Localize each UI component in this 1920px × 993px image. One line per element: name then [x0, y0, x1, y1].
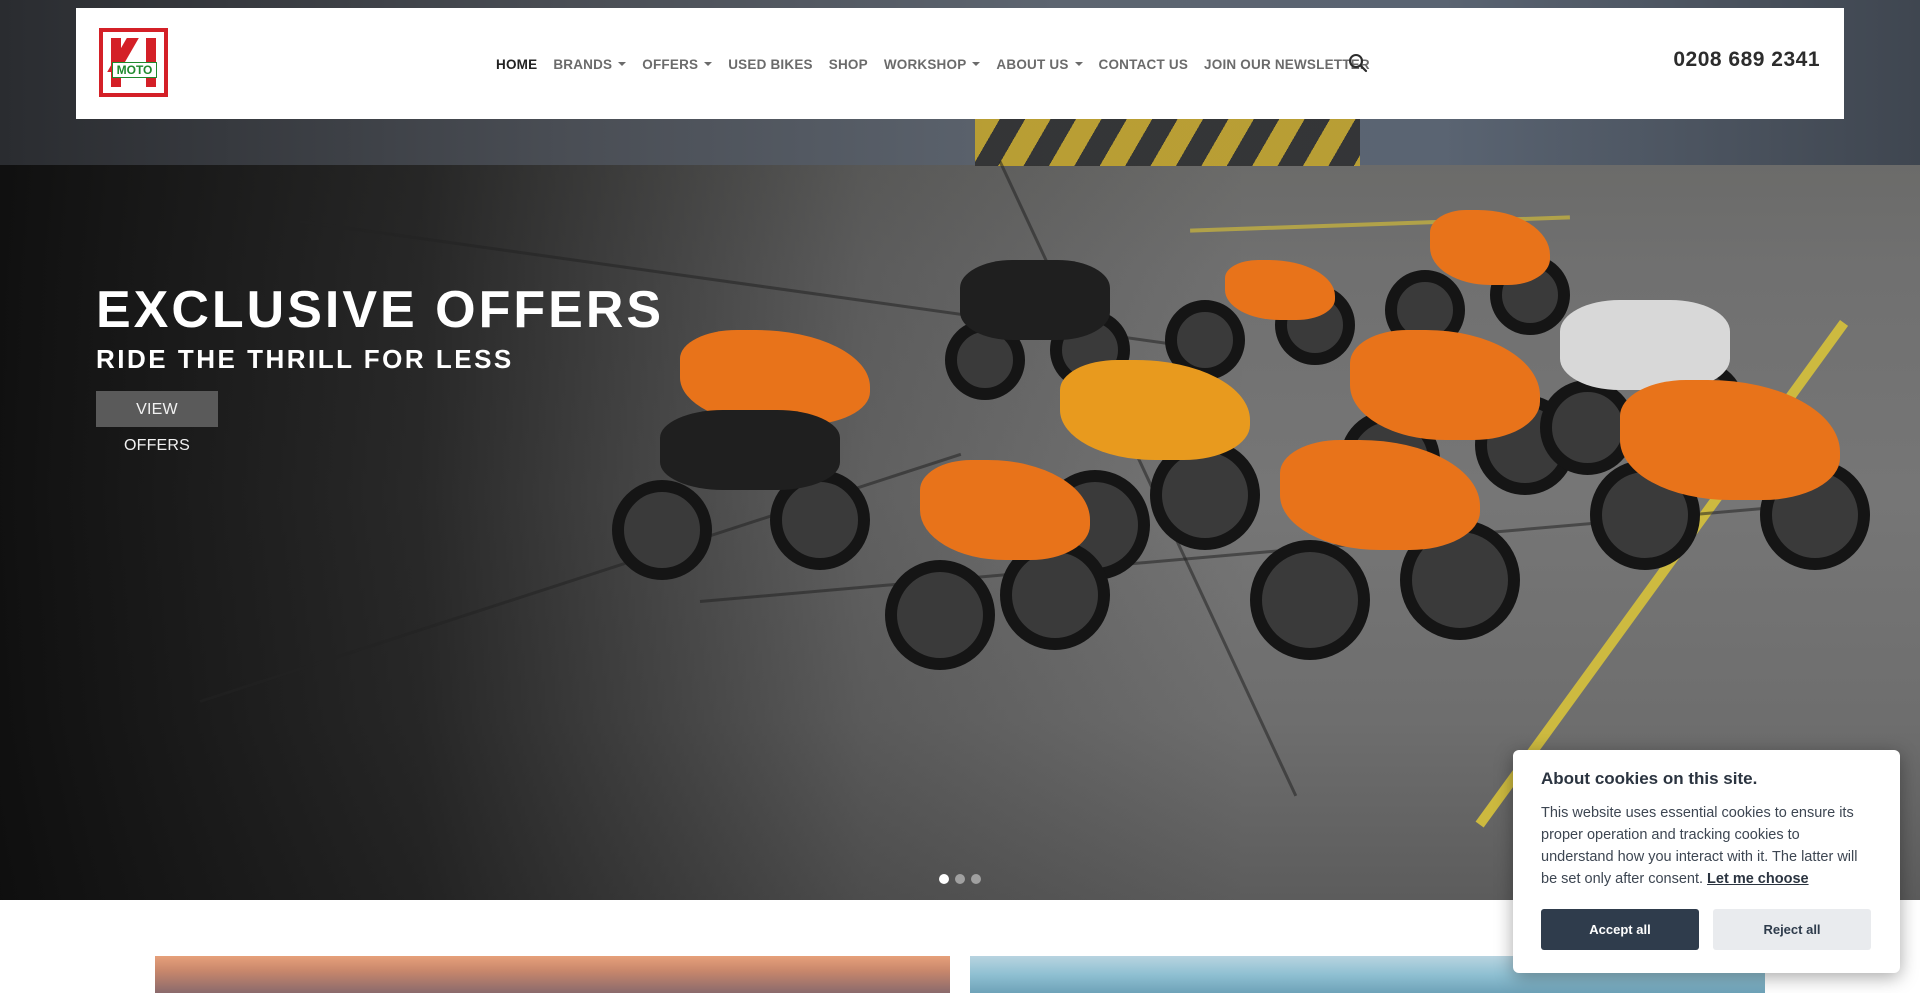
- nav-item-newsletter[interactable]: JOIN OUR NEWSLETTER: [1204, 57, 1370, 72]
- search-icon: [1349, 54, 1368, 73]
- phone-number[interactable]: 0208 689 2341: [1673, 48, 1820, 72]
- search-button[interactable]: [1348, 53, 1368, 73]
- reject-all-button[interactable]: Reject all: [1713, 909, 1871, 950]
- caret-down-icon: [1074, 62, 1083, 66]
- hero-hazard-stripes: [975, 118, 1360, 166]
- site-logo[interactable]: MOTO: [99, 28, 168, 97]
- nav-item-label: USED BIKES: [728, 56, 813, 72]
- cookie-text: This website uses essential cookies to e…: [1541, 805, 1858, 887]
- nav-item-shop[interactable]: SHOP: [829, 57, 868, 72]
- cookie-consent-dialog: About cookies on this site. This website…: [1513, 750, 1900, 973]
- carousel-dot[interactable]: [955, 874, 965, 884]
- accept-all-button[interactable]: Accept all: [1541, 909, 1699, 950]
- hero-title: EXCLUSIVE OFFERS: [96, 281, 665, 339]
- carousel-indicators: [939, 874, 981, 884]
- nav-item-about-us[interactable]: ABOUT US: [996, 56, 1083, 72]
- nav-item-label: CONTACT US: [1098, 56, 1189, 72]
- nav-item-offers[interactable]: OFFERS: [642, 56, 713, 72]
- hero-subtitle: RIDE THE THRILL FOR LESS: [96, 344, 514, 374]
- nav-item-label: BRANDS: [553, 56, 613, 72]
- caret-down-icon: [972, 62, 981, 66]
- caret-down-icon: [704, 62, 713, 66]
- nav-item-label: SHOP: [828, 56, 868, 72]
- nav-item-workshop[interactable]: WORKSHOP: [884, 57, 981, 72]
- nav-item-label: JOIN OUR NEWSLETTER: [1204, 56, 1370, 72]
- logo-text: MOTO: [112, 62, 157, 78]
- nav-item-label: OFFERS: [642, 56, 699, 72]
- nav-item-label: HOME: [496, 56, 538, 72]
- let-me-choose-link[interactable]: Let me choose: [1707, 871, 1809, 887]
- nav-item-used-bikes[interactable]: USED BIKES: [728, 57, 813, 72]
- promo-card-image[interactable]: [155, 956, 950, 993]
- cookie-description: This website uses essential cookies to e…: [1541, 802, 1872, 890]
- cookie-actions: Accept all Reject all: [1541, 909, 1871, 950]
- main-nav: HOME BRANDS OFFERS USED BIKES SHOP WORKS…: [496, 54, 1386, 74]
- nav-item-brands[interactable]: BRANDS: [553, 56, 627, 72]
- caret-down-icon: [618, 62, 627, 66]
- carousel-dot[interactable]: [939, 874, 949, 884]
- site-header: MOTO HOME BRANDS OFFERS USED BIKES SHOP …: [76, 8, 1844, 119]
- nav-item-contact-us[interactable]: CONTACT US: [1099, 57, 1189, 72]
- view-offers-button[interactable]: VIEW OFFERS: [96, 391, 218, 454]
- cookie-title: About cookies on this site.: [1541, 769, 1758, 788]
- nav-item-label: ABOUT US: [996, 56, 1069, 72]
- nav-item-home[interactable]: HOME: [496, 57, 537, 72]
- nav-item-label: WORKSHOP: [883, 56, 967, 72]
- carousel-dot[interactable]: [971, 874, 981, 884]
